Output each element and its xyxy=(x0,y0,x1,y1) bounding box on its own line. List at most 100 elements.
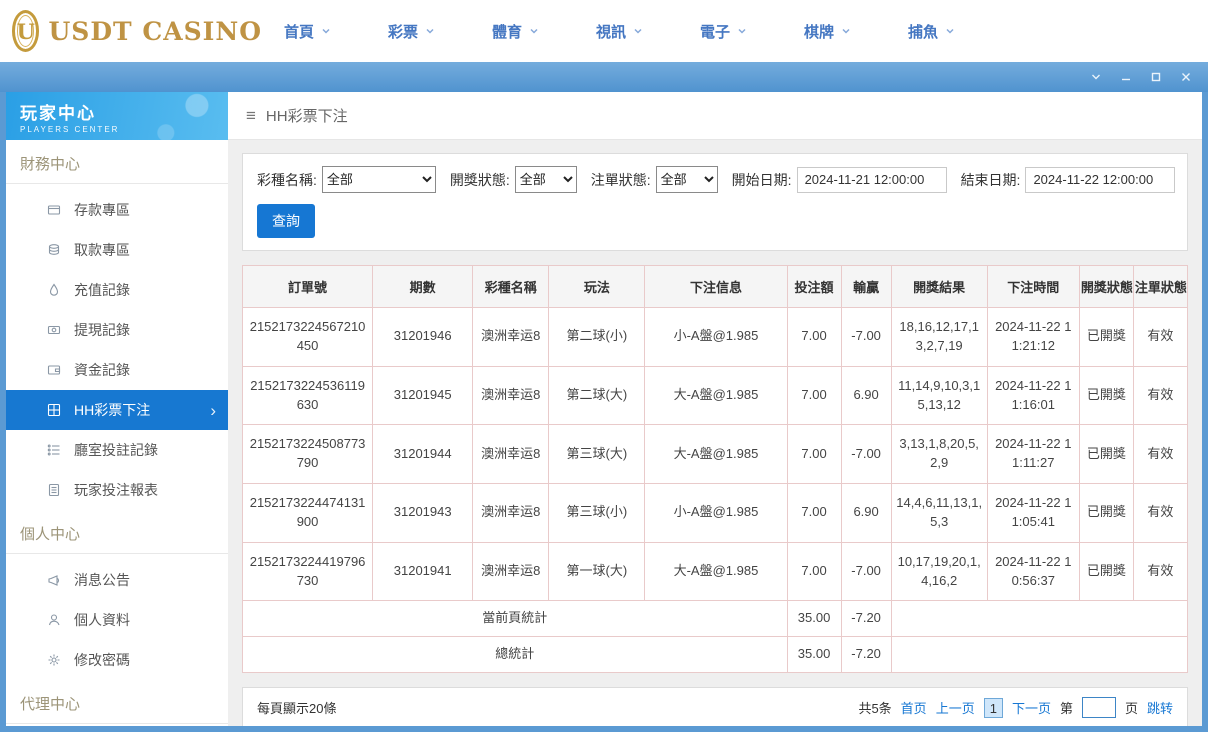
table-header-row: 訂單號 期數 彩種名稱 玩法 下注信息 投注額 輸贏 開獎結果 下注時間 開獎狀態 注單狀態 xyxy=(241,265,1189,308)
filter-panel: 彩種名稱: 全部 開獎狀態: 全部 注單狀態: 全部 開始日期: 2024-11… xyxy=(242,153,1188,251)
summary-row: 總統計 35.00 -7.20 xyxy=(242,636,1189,674)
order-status-filter: 注單狀態: 全部 xyxy=(591,166,718,193)
table-cell: 第二球(大) xyxy=(548,365,646,426)
table-row: 2152173224567210450 31201946 澳洲幸运8 第二球(小) 小-… xyxy=(241,307,1189,367)
summary-winloss-total: -7.20 xyxy=(840,600,892,638)
maximize-icon[interactable] xyxy=(1148,69,1164,85)
sidebar-item-label: 取款專區 xyxy=(74,242,130,258)
top-nav-item-home[interactable]: 首頁 xyxy=(284,21,388,42)
sidebar-item-funds-records[interactable]: 資金記錄 xyxy=(6,350,228,390)
list-icon xyxy=(46,443,62,457)
lottery-filter: 彩種名稱: 全部 xyxy=(257,166,436,193)
sidebar-sections: 財務中心 存款專區 取款專區 充值記錄 提現記錄 資金記錄 HH彩票下注 › 廳室… xyxy=(6,140,228,730)
sidebar: 玩家中心 PLAYERS CENTER 財務中心 存款專區 取款專區 充值記錄 … xyxy=(6,92,228,726)
draw-status-select[interactable]: 全部 xyxy=(514,166,577,193)
sidebar-section-agent-center: 代理中心 xyxy=(6,680,228,724)
table-cell: 31201946 xyxy=(372,307,474,367)
top-nav-item-sports[interactable]: 體育 xyxy=(492,21,596,42)
prev-page-link[interactable]: 上一页 xyxy=(936,698,975,717)
main-content: 彩種名稱: 全部 開獎狀態: 全部 注單狀態: 全部 開始日期: 2024-11… xyxy=(228,140,1202,726)
sidebar-item-player-bet-report[interactable]: 玩家投注報表 xyxy=(6,470,228,510)
sidebar-item-withdrawal-records[interactable]: 提現記錄 xyxy=(6,310,228,350)
top-nav-item-lottery[interactable]: 彩票 xyxy=(388,21,492,42)
lottery-label: 彩種名稱: xyxy=(257,171,317,188)
brand-logo[interactable]: U USDT CASINO xyxy=(0,10,262,52)
order-status-select[interactable]: 全部 xyxy=(655,166,718,193)
table-cell: 小-A盤@1.985 xyxy=(644,307,788,367)
top-nav: 首頁 彩票 體育 視訊 電子 棋牌 捕魚 xyxy=(284,21,1012,42)
table-cell: 大-A盤@1.985 xyxy=(644,365,788,426)
table-cell: 大-A盤@1.985 xyxy=(644,541,788,602)
jump-link[interactable]: 跳转 xyxy=(1147,698,1173,717)
first-page-link[interactable]: 首页 xyxy=(901,698,927,717)
table-cell: 7.00 xyxy=(786,424,842,485)
sidebar-item-change-password[interactable]: 修改密碼 xyxy=(6,640,228,680)
column-header: 投注額 xyxy=(786,265,842,308)
table-cell: 澳洲幸运8 xyxy=(472,541,550,602)
page-number-input[interactable] xyxy=(1081,697,1116,719)
window-title-bar xyxy=(0,62,1208,92)
table-cell: 31201943 xyxy=(372,483,474,543)
summary-winloss-total: -7.20 xyxy=(840,636,892,674)
minimize-icon[interactable] xyxy=(1118,69,1134,85)
search-button[interactable]: 查詢 xyxy=(257,204,315,238)
collapse-icon[interactable] xyxy=(1088,69,1104,85)
close-icon[interactable] xyxy=(1178,69,1194,85)
table-cell: 已開獎 xyxy=(1078,365,1134,426)
table-cell: 2024-11-22 11:05:41 xyxy=(986,483,1080,543)
sidebar-item-label: HH彩票下注 xyxy=(74,402,151,418)
current-page-badge[interactable]: 1 xyxy=(983,697,1003,718)
start-date-label: 開始日期: xyxy=(731,171,792,188)
megaphone-icon xyxy=(46,573,62,587)
table-cell: 2152173224474131900 xyxy=(241,483,374,543)
table-cell: -7.00 xyxy=(840,424,892,485)
column-header: 下注時間 xyxy=(986,265,1080,308)
top-nav-item-board-games[interactable]: 棋牌 xyxy=(804,21,908,42)
sidebar-item-hh-lottery-bets[interactable]: HH彩票下注 › xyxy=(6,390,228,430)
table-cell: 2152173224536119630 xyxy=(241,365,374,426)
table-cell: 已開獎 xyxy=(1078,541,1134,602)
table-row: 2152173224536119630 31201945 澳洲幸运8 第二球(大) 大-… xyxy=(241,365,1189,426)
summary-bet-total: 35.00 xyxy=(786,636,842,674)
top-nav-item-slots[interactable]: 電子 xyxy=(700,21,804,42)
end-date-filter: 結束日期: xyxy=(961,166,1176,193)
sidebar-item-deposit[interactable]: 存款專區 xyxy=(6,190,228,230)
nav-label: 棋牌 xyxy=(804,23,835,41)
top-nav-item-fishing[interactable]: 捕魚 xyxy=(908,21,1012,42)
sidebar-item-announcements[interactable]: 消息公告 xyxy=(6,560,228,600)
table-row: 2152173224474131900 31201943 澳洲幸运8 第三球(小) 小-… xyxy=(241,483,1189,543)
table-cell: 7.00 xyxy=(786,483,842,543)
sidebar-item-label: 玩家投注報表 xyxy=(74,482,158,498)
end-date-input[interactable] xyxy=(1025,166,1176,193)
draw-status-filter: 開獎狀態: 全部 xyxy=(450,166,577,193)
table-cell: 31201944 xyxy=(372,424,474,485)
table-cell: 有效 xyxy=(1132,307,1189,367)
sidebar-section-personal-center: 個人中心 xyxy=(6,510,228,554)
sidebar-item-profile[interactable]: 個人資料 xyxy=(6,600,228,640)
summary-label: 總統計 xyxy=(242,636,788,674)
bets-table-panel: 訂單號 期數 彩種名稱 玩法 下注信息 投注額 輸贏 開獎結果 下注時間 開獎狀態 注單狀態 215… xyxy=(241,265,1189,674)
sidebar-item-recharge-records[interactable]: 充值記錄 xyxy=(6,270,228,310)
chevron-down-icon xyxy=(322,28,330,34)
table-cell: 第一球(大) xyxy=(548,541,646,602)
logo-letter: U xyxy=(16,18,35,44)
brand-logo-icon: U xyxy=(12,10,40,52)
chevron-down-icon xyxy=(634,28,642,34)
lottery-select[interactable]: 全部 xyxy=(321,166,436,193)
sidebar-item-hall-bet-records[interactable]: 廳室投註記錄 xyxy=(6,430,228,470)
table-cell: 澳洲幸运8 xyxy=(472,307,550,367)
table-cell: 11,14,9,10,3,15,13,12 xyxy=(890,365,988,426)
column-header: 期數 xyxy=(372,265,474,308)
next-page-link[interactable]: 下一页 xyxy=(1012,698,1051,717)
table-cell: 2024-11-22 11:11:27 xyxy=(986,424,1080,485)
menu-icon[interactable]: ≡ xyxy=(246,106,256,126)
filter-row: 彩種名稱: 全部 開獎狀態: 全部 注單狀態: 全部 開始日期: 2024-11… xyxy=(257,166,1176,193)
start-date-input[interactable] xyxy=(796,166,947,193)
chevron-down-icon xyxy=(530,28,538,34)
nav-label: 視訊 xyxy=(596,23,627,41)
content-frame: 玩家中心 PLAYERS CENTER 財務中心 存款專區 取款專區 充值記錄 … xyxy=(0,92,1208,732)
sidebar-item-withdraw[interactable]: 取款專區 xyxy=(6,230,228,270)
sidebar-item-label: 修改密碼 xyxy=(74,652,130,668)
sidebar-section-finance-center: 財務中心 xyxy=(6,140,228,184)
top-nav-item-video[interactable]: 視訊 xyxy=(596,21,700,42)
